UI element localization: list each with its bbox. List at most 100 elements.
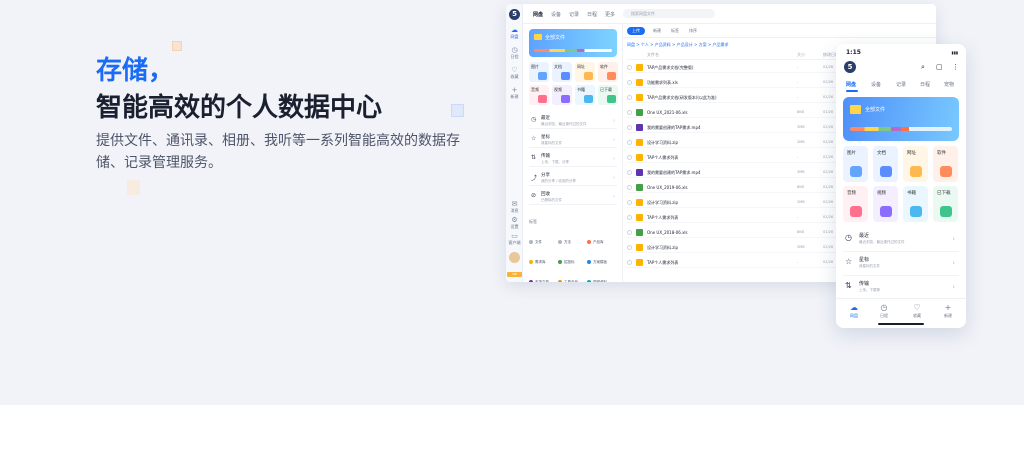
category-tile[interactable]: 书籍 [575, 85, 595, 105]
file-name: One UX_2019-06.xls [647, 185, 688, 190]
rail-item-drive[interactable]: ☁ 网盘 [508, 26, 521, 40]
tag-item[interactable]: 需求库 [529, 260, 558, 265]
upload-button[interactable]: 上传 [627, 27, 645, 35]
file-date: 02/26 [823, 140, 834, 144]
category-label: 网址 [577, 64, 585, 69]
tag-item[interactable]: 方案模板 [587, 260, 616, 265]
row-checkbox[interactable] [627, 245, 632, 250]
tab-schedule[interactable]: 日程 [587, 11, 597, 18]
rail-item-client[interactable]: ▭ 客户端 [508, 232, 521, 246]
section-item[interactable]: ⇅ 传输 上传、下载、分享 › [529, 152, 617, 167]
nav-schedule[interactable]: ◷ 日程 [874, 303, 894, 319]
file-type-icon [636, 79, 643, 86]
tab-records[interactable]: 记录 [569, 11, 579, 18]
rail-item-favorites[interactable]: ♡ 收藏 [508, 66, 521, 80]
section-item[interactable]: ⤴ 分享 我的分享 / 收到的分享 › [529, 171, 617, 186]
section-item[interactable]: ◷ 最近 最近浏览、最近操作过的文件 › [529, 114, 617, 129]
category-label: 文档 [554, 64, 562, 69]
row-checkbox[interactable] [627, 80, 632, 85]
row-checkbox[interactable] [627, 110, 632, 115]
sort-button[interactable]: 排序 [689, 28, 697, 34]
section-item[interactable]: ☆ 星标 我星标的文件 › [843, 252, 959, 276]
column-header[interactable]: 文件名 [647, 52, 659, 58]
heart-icon: ♡ [913, 303, 921, 312]
nav-drive[interactable]: ☁ 网盘 [844, 303, 864, 319]
all-files-card[interactable]: 全部文件 [529, 29, 617, 57]
category-tile[interactable]: 软件 [598, 62, 618, 82]
tab-pets[interactable]: 宠物 [944, 81, 954, 88]
row-checkbox[interactable] [627, 125, 632, 130]
mobile-app-mockup: 1:15 ▮▮▮ 5 ⌕ ▢ ⋮ 网盘 设备 记录 日程 宠物 全部文件 图片 文… [836, 44, 966, 328]
nav-new[interactable]: + 新建 [938, 303, 958, 319]
category-tile[interactable]: 视频 [552, 85, 572, 105]
rail-item-messages[interactable]: ✉ 消息 [508, 200, 521, 214]
category-tile[interactable]: 视频 [873, 186, 898, 222]
section-icon: ⇅ [845, 281, 852, 290]
column-header[interactable]: 大小 [797, 52, 805, 58]
file-name: 设计学习资料.zip [647, 200, 679, 205]
file-size: 3MB [797, 170, 805, 174]
section-item[interactable]: ◷ 最近 最近浏览、最近操作过的文件 › [843, 228, 959, 252]
search-icon[interactable]: ⌕ [921, 63, 925, 72]
file-type-icon [636, 64, 643, 71]
tag-item[interactable]: 文件 [529, 240, 558, 245]
section-item[interactable]: ☆ 星标 我星标的文件 › [529, 133, 617, 148]
category-tile[interactable]: 音频 [529, 85, 549, 105]
category-tile[interactable]: 音频 [843, 186, 868, 222]
category-icon [561, 72, 570, 80]
category-tile[interactable]: 图片 [843, 146, 868, 182]
rail-item-new[interactable]: + 新建 [508, 86, 521, 100]
file-name: 我的需要创建的TAP需求.mp4 [647, 125, 701, 130]
tab-devices[interactable]: 设备 [871, 81, 881, 88]
message-icon[interactable]: ▢ [936, 63, 943, 71]
row-checkbox[interactable] [627, 200, 632, 205]
row-checkbox[interactable] [627, 215, 632, 220]
row-checkbox[interactable] [627, 155, 632, 160]
tag-button[interactable]: 标签 [671, 28, 679, 34]
tag-item[interactable]: 方法 [558, 240, 587, 245]
category-tile[interactable]: 网址 [575, 62, 595, 82]
tag-item[interactable]: 招投标 [558, 260, 587, 265]
row-checkbox[interactable] [627, 260, 632, 265]
tab-records[interactable]: 记录 [896, 81, 906, 88]
rail-item-settings[interactable]: ⚙ 设置 [508, 216, 521, 230]
tag-item[interactable]: 市场文档 [529, 280, 558, 282]
category-tile[interactable]: 文档 [552, 62, 572, 82]
category-tile[interactable]: 已下载 [598, 85, 618, 105]
breadcrumb[interactable]: 网盘 > 个人 > 产品资料 > 产品设计 > 方案 > 产品需求 [627, 42, 728, 48]
category-tile[interactable]: 已下载 [933, 186, 958, 222]
search-input[interactable]: 搜索网盘文件 [623, 9, 715, 18]
tag-item[interactable]: 工具产品 [558, 280, 587, 282]
row-checkbox[interactable] [627, 185, 632, 190]
tag-item[interactable]: 产品库 [587, 240, 616, 245]
tab-drive[interactable]: 网盘 [846, 81, 856, 88]
avatar[interactable] [509, 252, 520, 263]
chevron-right-icon: › [952, 235, 955, 243]
file-size: 8KB [797, 230, 804, 234]
section-item[interactable]: ⊘ 回收 已删除的文件 › [529, 190, 617, 205]
tab-drive[interactable]: 网盘 [533, 11, 543, 18]
section-item[interactable]: ⇅ 传输 上传、下载等 › [843, 276, 959, 300]
row-checkbox[interactable] [627, 65, 632, 70]
all-files-card[interactable]: 全部文件 [843, 97, 959, 141]
gear-icon: ⚙ [511, 216, 518, 224]
more-icon[interactable]: ⋮ [952, 63, 959, 71]
row-checkbox[interactable] [627, 170, 632, 175]
row-checkbox[interactable] [627, 230, 632, 235]
tab-devices[interactable]: 设备 [551, 11, 561, 18]
tab-schedule[interactable]: 日程 [920, 81, 930, 88]
category-tile[interactable]: 软件 [933, 146, 958, 182]
rail-item-schedule[interactable]: ◷ 日程 [508, 46, 521, 60]
new-button[interactable]: 新建 [653, 28, 661, 34]
battery-icon: ▮▮▮ [951, 50, 958, 55]
category-tile[interactable]: 书籍 [903, 186, 928, 222]
tag-item[interactable]: 视频资料 [587, 280, 616, 282]
nav-favorites[interactable]: ♡ 收藏 [907, 303, 927, 319]
category-tile[interactable]: 文档 [873, 146, 898, 182]
file-date: 02/26 [823, 260, 834, 264]
row-checkbox[interactable] [627, 140, 632, 145]
category-tile[interactable]: 网址 [903, 146, 928, 182]
tab-more[interactable]: 更多 [605, 11, 615, 18]
category-tile[interactable]: 图片 [529, 62, 549, 82]
row-checkbox[interactable] [627, 95, 632, 100]
